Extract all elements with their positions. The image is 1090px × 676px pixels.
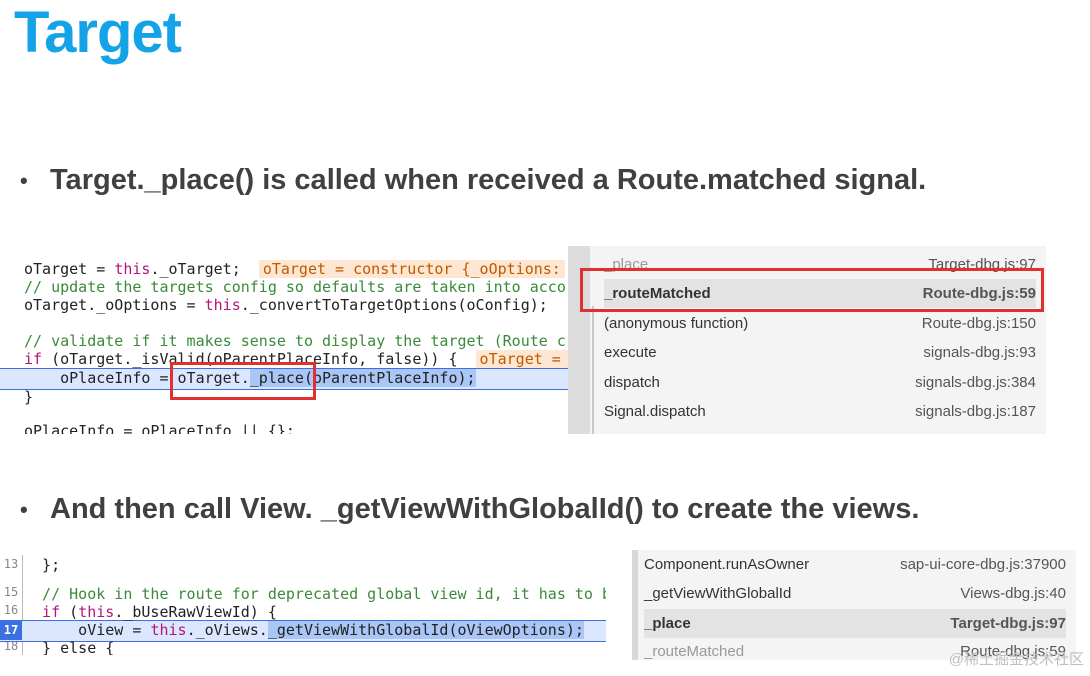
stack-frame[interactable]: (anonymous function) Route-dbg.js:150 xyxy=(604,309,1036,338)
stack-frame[interactable]: _getViewWithGlobalId Views-dbg.js:40 xyxy=(644,579,1066,608)
code-line-1: oTarget = this._oTarget; oTarget = const… xyxy=(24,260,565,278)
bullet-dot-icon: • xyxy=(20,497,28,523)
bullet-1: • Target._place() is called when received… xyxy=(20,164,926,197)
stack-frame[interactable]: execute signals-dbg.js:93 xyxy=(604,338,1036,367)
selected-call: _getViewWithGlobalId(oViewOptions); xyxy=(267,621,584,639)
stack-frame-active[interactable]: _place Target-dbg.js:97 xyxy=(644,609,1066,638)
slide-title: Target xyxy=(14,0,182,65)
code-snippet-views: 13 15 16 18 17 }; // Hook in the route f… xyxy=(0,555,606,655)
panel-divider xyxy=(592,306,594,434)
code-line-2: // update the targets config so defaults… xyxy=(24,278,566,296)
code-line-7: } xyxy=(24,388,34,406)
code-line-1: }; xyxy=(24,556,61,574)
stack-frame[interactable]: dispatch signals-dbg.js:384 xyxy=(604,368,1036,397)
watermark: @稀土掘金技术社区 xyxy=(948,651,1084,668)
active-line-number: 17 xyxy=(0,620,22,640)
call-stack-panel-2: Component.runAsOwner sap-ui-core-dbg.js:3… xyxy=(632,550,1076,660)
bullet-2-text: And then call View. _getViewWithGlobalId… xyxy=(50,493,920,525)
code-snippet-target: oTarget = this._oTarget; oTarget = const… xyxy=(0,246,568,434)
code-line-4: // validate if it makes sense to display… xyxy=(24,332,566,350)
highlight-box-route-matched xyxy=(580,268,1044,312)
scroll-gutter xyxy=(632,550,638,660)
code-line-2: // Hook in the route for deprecated glob… xyxy=(24,585,606,603)
stack-frame[interactable]: Component.runAsOwner sap-ui-core-dbg.js:3… xyxy=(644,550,1066,579)
bullet-2: • And then call View. _getViewWithGlobalI… xyxy=(20,493,919,526)
inline-value-hint: oTarget = constructor {_oOptions: xyxy=(258,260,565,278)
bullet-1-text: Target._place() is called when received … xyxy=(50,164,927,196)
highlight-box-place-call xyxy=(170,362,316,400)
code-line-3: if (this._bUseRawViewId) { xyxy=(24,603,277,621)
inline-value-hint-2: oTarget = xyxy=(475,350,568,368)
code-line-3: oTarget._oOptions = this._convertToTarge… xyxy=(24,296,548,314)
code-line-5: } else { xyxy=(24,639,115,655)
code-line-4: oView = this._oViews._getViewWithGlobalI… xyxy=(24,621,584,639)
code-line-8: oPlaceInfo = oPlaceInfo || {}; xyxy=(24,422,295,434)
bullet-dot-icon: • xyxy=(20,168,28,194)
stack-frame[interactable]: Signal.dispatch signals-dbg.js:187 xyxy=(604,397,1036,426)
